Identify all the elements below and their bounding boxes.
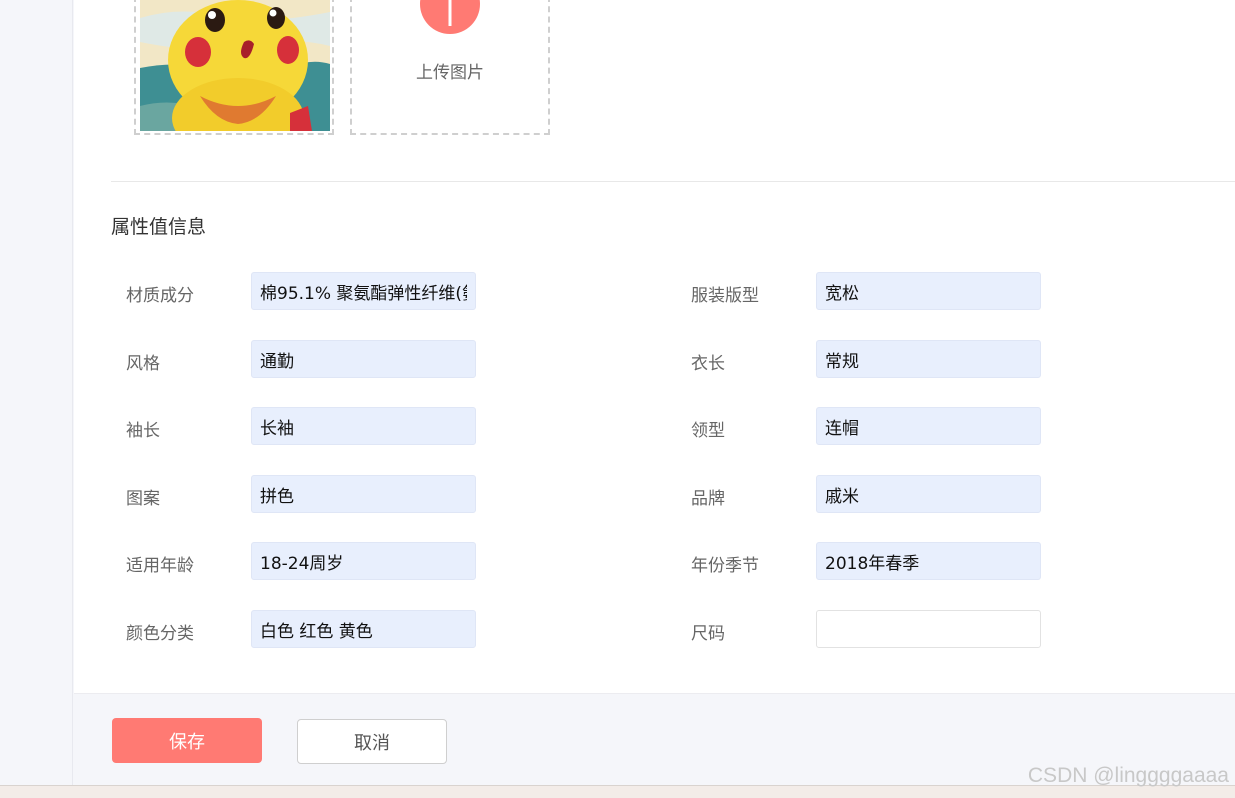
- attribute-label: 袖长: [126, 421, 160, 441]
- attribute-label: 适用年龄: [126, 556, 194, 576]
- attribute-label: 品牌: [691, 489, 725, 509]
- size-input[interactable]: [816, 610, 1041, 648]
- brand-input[interactable]: [816, 475, 1041, 513]
- attribute-label: 图案: [126, 489, 160, 509]
- attribute-row: 颜色分类 尺码: [74, 610, 1235, 648]
- attributes-section-title: 属性值信息: [111, 216, 207, 238]
- product-image-thumbnail[interactable]: [134, 0, 334, 135]
- collar-input[interactable]: [816, 407, 1041, 445]
- attribute-label: 材质成分: [126, 286, 194, 306]
- section-divider: [111, 181, 1235, 182]
- pikachu-image: [140, 0, 330, 131]
- age-input[interactable]: [251, 542, 476, 580]
- left-rail: [0, 0, 73, 785]
- save-button[interactable]: 保存: [112, 718, 262, 763]
- attribute-label: 领型: [691, 421, 725, 441]
- upload-image-label: 上传图片: [416, 63, 484, 83]
- sleeve-input[interactable]: [251, 407, 476, 445]
- attribute-row: 风格 衣长: [74, 340, 1235, 378]
- color-input[interactable]: [251, 610, 476, 648]
- attribute-label: 衣长: [691, 354, 725, 374]
- attribute-row: 适用年龄 年份季节: [74, 542, 1235, 580]
- add-icon: [420, 0, 480, 34]
- attribute-row: 袖长 领型: [74, 407, 1235, 445]
- upload-image-box[interactable]: 上传图片: [350, 0, 550, 135]
- style-input[interactable]: [251, 340, 476, 378]
- attribute-row: 材质成分 服装版型: [74, 272, 1235, 310]
- attribute-label: 年份季节: [691, 556, 759, 576]
- pattern-input[interactable]: [251, 475, 476, 513]
- cancel-button[interactable]: 取消: [297, 719, 447, 764]
- fit-input[interactable]: [816, 272, 1041, 310]
- attribute-row: 图案 品牌: [74, 475, 1235, 513]
- attribute-label: 服装版型: [691, 286, 759, 306]
- material-input[interactable]: [251, 272, 476, 310]
- attribute-label: 颜色分类: [126, 624, 194, 644]
- form-panel: 上传图片 属性值信息 材质成分 服装版型 风格 衣长 袖长 领型 图案 品牌: [74, 0, 1235, 693]
- length-input[interactable]: [816, 340, 1041, 378]
- attribute-label: 风格: [126, 354, 160, 374]
- attribute-label: 尺码: [691, 624, 725, 644]
- csdn-watermark: CSDN @linggggaaaa: [1027, 764, 1229, 787]
- product-edit-page: 上传图片 属性值信息 材质成分 服装版型 风格 衣长 袖长 领型 图案 品牌: [0, 0, 1235, 798]
- season-input[interactable]: [816, 542, 1041, 580]
